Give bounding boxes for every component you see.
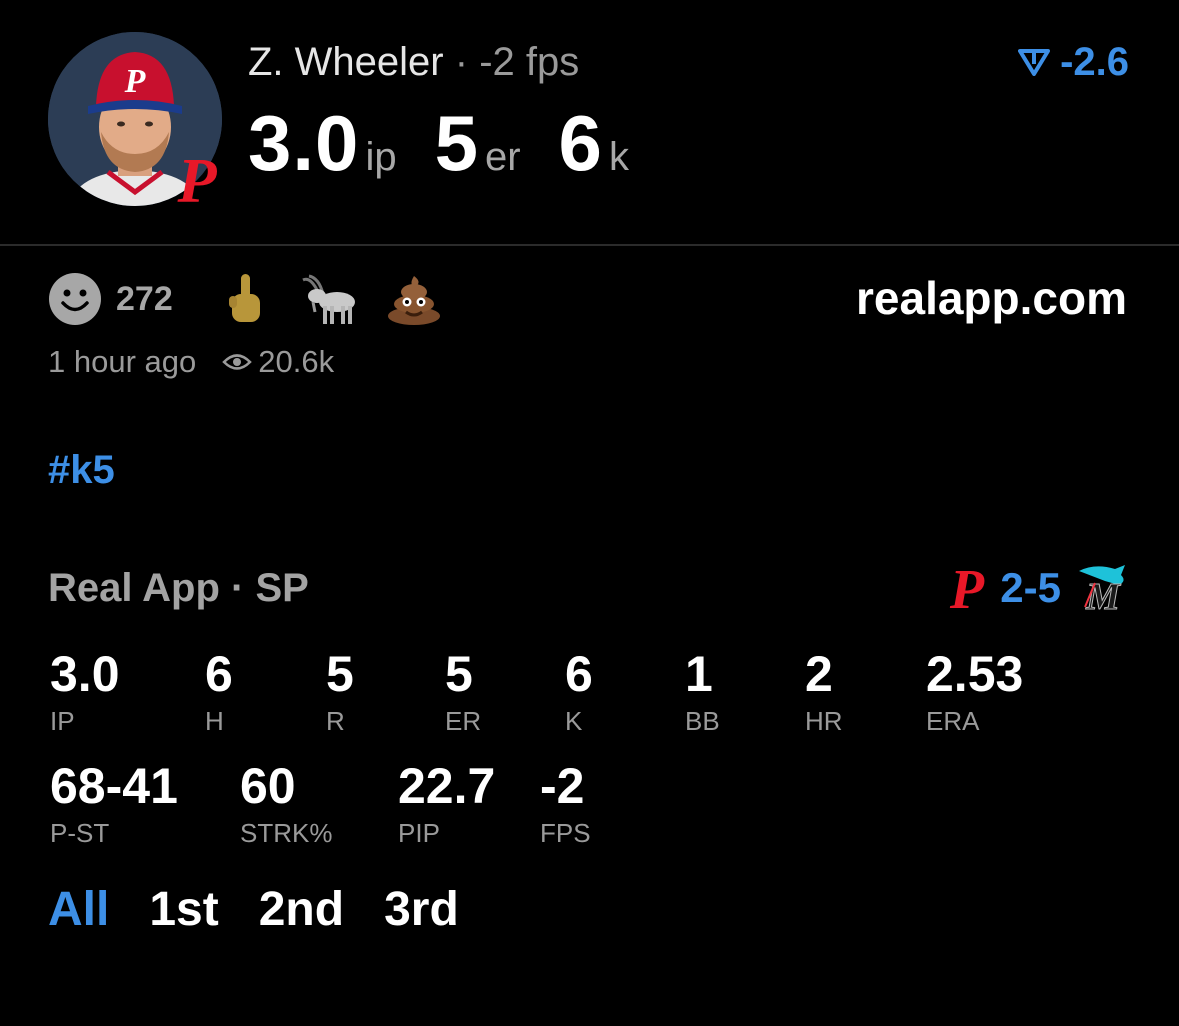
stat-fps: -2 FPS xyxy=(540,758,591,848)
stat-value: -2 xyxy=(540,758,585,814)
stat-value: 60 xyxy=(240,758,296,814)
stat-r: 5 R xyxy=(326,646,354,736)
rating-arrow-icon xyxy=(1018,49,1051,76)
headline-er-unit: er xyxy=(484,135,521,179)
source-separator: · xyxy=(231,566,245,610)
stat-h: 6 H xyxy=(205,646,233,736)
header-divider xyxy=(0,244,1179,246)
phillies-logo-icon: P xyxy=(949,560,985,616)
stat-value: 2 xyxy=(805,646,833,702)
stat-label: IP xyxy=(50,706,75,736)
stat-value: 3.0 xyxy=(50,646,120,702)
reaction-bar: 272 xyxy=(48,272,469,326)
eye-icon xyxy=(222,354,253,370)
stat-era: 2.53 ERA xyxy=(926,646,1023,736)
stat-label: ERA xyxy=(926,706,980,736)
stat-label: PIP xyxy=(398,818,440,848)
stat-value: 5 xyxy=(445,646,473,702)
stat-value: 2.53 xyxy=(926,646,1024,702)
hashtag-link[interactable]: #k5 xyxy=(48,448,115,493)
stat-bb: 1 BB xyxy=(685,646,720,736)
stat-label: ER xyxy=(445,706,482,736)
stat-value: 6 xyxy=(565,646,593,702)
player-position: SP xyxy=(255,566,309,610)
player-name-line[interactable]: Z. Wheeler · -2 fps xyxy=(248,38,579,86)
stat-label: STRK% xyxy=(240,818,333,848)
tab-all[interactable]: All xyxy=(48,882,109,937)
game-score[interactable]: P 2-5 M xyxy=(948,560,1129,616)
tab-1st[interactable]: 1st xyxy=(149,882,218,937)
stat-label: H xyxy=(205,706,224,736)
middle-finger-icon[interactable] xyxy=(217,272,275,326)
tab-2nd[interactable]: 2nd xyxy=(259,882,344,937)
headline-k-unit: k xyxy=(608,135,629,179)
stat-hr: 2 HR xyxy=(805,646,843,736)
stat-label: P-ST xyxy=(50,818,110,848)
stat-pitches-strikes: 68-41 P-ST xyxy=(50,758,178,848)
headline-ip-value: 3.0 xyxy=(248,99,360,187)
stat-strike-pct: 60 STRK% xyxy=(240,758,332,848)
source-app: Real App xyxy=(48,566,220,610)
rating-value: -2.6 xyxy=(1060,40,1129,84)
player-fps: -2 fps xyxy=(479,40,580,84)
headline-stats: 3.0 ip 5 er 6 k xyxy=(248,98,667,189)
inning-tabs: All 1st 2nd 3rd xyxy=(48,882,459,937)
svg-text:P: P xyxy=(949,560,985,616)
phillies-logo-icon: P xyxy=(170,145,224,216)
svg-text:P: P xyxy=(176,146,217,212)
view-count-value: 20.6k xyxy=(258,344,335,379)
stat-value: 22.7 xyxy=(398,758,496,814)
stat-value: 68-41 xyxy=(50,758,178,814)
headline-ip-unit: ip xyxy=(365,135,397,179)
rating-badge[interactable]: -2.6 xyxy=(1018,38,1129,86)
tab-3rd[interactable]: 3rd xyxy=(384,882,459,937)
stat-ip: 3.0 IP xyxy=(50,646,120,736)
svg-text:P: P xyxy=(124,63,146,100)
stat-er: 5 ER xyxy=(445,646,481,736)
stat-label: BB xyxy=(685,706,720,736)
view-count: 20.6k xyxy=(222,344,334,380)
player-name[interactable]: Z. Wheeler xyxy=(248,40,444,84)
site-link[interactable]: realapp.com xyxy=(856,270,1127,326)
stat-pip: 22.7 PIP xyxy=(398,758,495,848)
headline-er-value: 5 xyxy=(434,99,479,187)
stat-label: K xyxy=(565,706,583,736)
post-meta: 1 hour ago 20.6k xyxy=(48,344,334,380)
stat-value: 6 xyxy=(205,646,233,702)
game-score-value: 2-5 xyxy=(1000,564,1061,611)
stat-label: HR xyxy=(805,706,843,736)
stat-k: 6 K xyxy=(565,646,593,736)
marlins-logo-icon: M xyxy=(1079,565,1125,613)
smiley-face-icon[interactable] xyxy=(48,272,102,326)
reaction-count: 272 xyxy=(116,279,173,318)
poop-icon[interactable] xyxy=(385,272,443,326)
stat-label: FPS xyxy=(540,818,591,848)
time-ago: 1 hour ago xyxy=(48,344,197,379)
headline-k-value: 6 xyxy=(558,99,603,187)
stat-value: 5 xyxy=(326,646,354,702)
name-separator: · xyxy=(454,40,469,84)
goat-icon[interactable] xyxy=(301,272,359,326)
source-line: Real App · SP xyxy=(48,566,309,611)
stat-value: 1 xyxy=(685,646,713,702)
stat-label: R xyxy=(326,706,345,736)
